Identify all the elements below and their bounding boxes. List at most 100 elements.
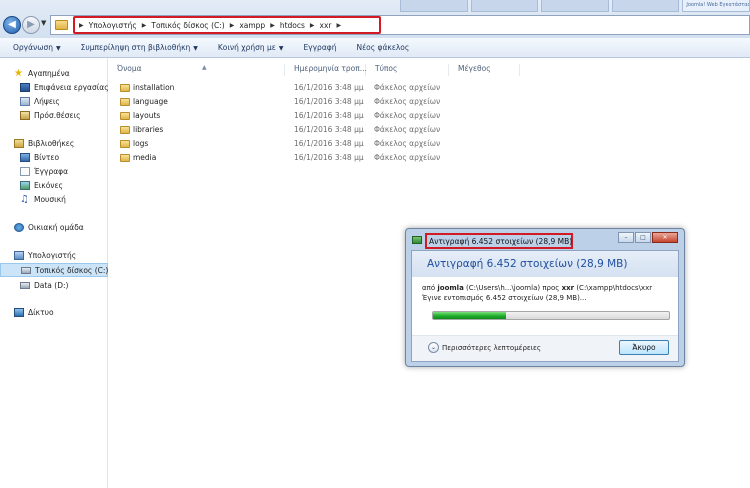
file-name: language: [133, 97, 168, 106]
include-library-button[interactable]: Συμπερίληψη στη βιβλιοθήκη ▼: [81, 43, 198, 52]
source-folder-link[interactable]: joomla: [437, 284, 463, 292]
crumb-local-disk[interactable]: Τοπικός δίσκος (C:): [151, 21, 224, 30]
nav-pictures[interactable]: Εικόνες: [0, 178, 108, 192]
nav-videos[interactable]: Βίντεο: [0, 150, 108, 164]
nav-label: Μουσική: [34, 194, 66, 204]
nav-downloads[interactable]: Λήψεις: [0, 94, 108, 108]
crumb-xampp[interactable]: xampp: [239, 21, 265, 30]
organize-button[interactable]: Οργάνωση ▼: [13, 43, 61, 52]
address-input[interactable]: ▶ Υπολογιστής ▶ Τοπικός δίσκος (C:) ▶ xa…: [50, 15, 750, 35]
crumb-xxr[interactable]: xxr: [320, 21, 332, 30]
dialog-heading: Αντιγραφή 6.452 στοιχείων (28,9 MB): [427, 258, 628, 270]
nav-computer[interactable]: Υπολογιστής: [0, 248, 108, 262]
chevron-right-icon[interactable]: ▶: [336, 22, 341, 29]
nav-network[interactable]: Δίκτυο: [0, 305, 108, 319]
document-icon: [20, 166, 30, 176]
copy-source-target: από joomla (C:\Users\h...\joomla) προς x…: [422, 284, 652, 292]
file-type: Φάκελος αρχείων: [374, 153, 441, 162]
forward-arrow-icon: ▶: [27, 19, 35, 30]
nav-label: Τοπικός δίσκος (C:): [35, 265, 109, 275]
computer-icon: [14, 250, 24, 260]
nav-homegroup[interactable]: Οικιακή ομάδα: [0, 220, 108, 234]
nav-label: Βιβλιοθήκες: [28, 138, 75, 148]
folder-icon: [120, 112, 130, 120]
chevron-right-icon[interactable]: ▶: [230, 22, 235, 29]
table-row[interactable]: libraries 16/1/2016 3:48 μμ Φάκελος αρχείω…: [109, 123, 489, 137]
file-name: libraries: [133, 125, 164, 134]
close-button[interactable]: ✕: [652, 232, 678, 243]
music-note-icon: ♫: [20, 193, 29, 205]
column-header-date[interactable]: Ημερομηνία τροπ...: [286, 64, 367, 76]
nav-label: Οικιακή ομάδα: [28, 222, 84, 232]
nav-data-disk[interactable]: Data (D:): [0, 278, 108, 292]
target-folder-link[interactable]: xxr: [562, 284, 574, 292]
navigation-pane: ★ Αγαπημένα Επιφάνεια εργασίας Λήψεις Πρό…: [0, 58, 109, 488]
table-row[interactable]: logs 16/1/2016 3:48 μμ Φάκελος αρχείων: [109, 137, 489, 151]
nav-recent[interactable]: Πρόσ.θέσεις: [0, 108, 108, 122]
table-row[interactable]: layouts 16/1/2016 3:48 μμ Φάκελος αρχείων: [109, 109, 489, 123]
file-date: 16/1/2016 3:48 μμ: [294, 97, 364, 106]
share-with-button[interactable]: Κοινή χρήση με ▼: [218, 43, 284, 52]
chevron-right-icon[interactable]: ▶: [270, 22, 275, 29]
table-row[interactable]: language 16/1/2016 3:48 μμ Φάκελος αρχείων: [109, 95, 489, 109]
maximize-button[interactable]: □: [635, 232, 651, 243]
nav-label: Βίντεο: [34, 152, 60, 162]
nav-label: Έγγραφα: [34, 166, 69, 176]
file-type: Φάκελος αρχείων: [374, 111, 441, 120]
tab-1[interactable]: [400, 0, 468, 12]
file-date: 16/1/2016 3:48 μμ: [294, 125, 364, 134]
browser-tab-strip: Joomla! Web Εγκατάσταση: [400, 0, 750, 13]
nav-local-disk[interactable]: Τοπικός δίσκος (C:): [0, 263, 108, 277]
desktop-icon: [20, 82, 30, 92]
window-controls: – □ ✕: [618, 232, 678, 243]
column-header-size[interactable]: Μέγεθος: [450, 64, 520, 76]
chevron-right-icon[interactable]: ▶: [142, 22, 147, 29]
address-bar-area: Joomla! Web Εγκατάσταση ◀ ▶ ▼ ▶ Υπολογισ…: [0, 0, 750, 38]
file-date: 16/1/2016 3:48 μμ: [294, 83, 364, 92]
nav-libraries[interactable]: Βιβλιοθήκες: [0, 136, 108, 150]
chevron-down-icon: ▼: [56, 45, 61, 52]
folder-icon: [55, 20, 68, 30]
nav-desktop[interactable]: Επιφάνεια εργασίας: [0, 80, 109, 94]
source-path: (C:\Users\h...\joomla) προς: [466, 284, 560, 292]
column-header-name[interactable]: Όνομα ▲: [109, 64, 285, 76]
cancel-button[interactable]: Άκυρο: [619, 340, 669, 355]
minimize-button[interactable]: –: [618, 232, 634, 243]
folder-icon: [120, 98, 130, 106]
chevron-down-icon: ⌄: [428, 342, 439, 353]
close-icon: ✕: [662, 234, 668, 241]
nav-label: Data (D:): [34, 280, 69, 290]
back-button[interactable]: ◀: [3, 16, 21, 34]
nav-music[interactable]: ♫ Μουσική: [0, 192, 108, 206]
breadcrumb: ▶ Υπολογιστής ▶ Τοπικός δίσκος (C:) ▶ xa…: [73, 16, 381, 34]
downloads-icon: [20, 96, 30, 106]
copy-icon: [412, 236, 422, 244]
nav-documents[interactable]: Έγγραφα: [0, 164, 108, 178]
tab-2[interactable]: [470, 0, 539, 12]
tab-joomla[interactable]: Joomla! Web Εγκατάσταση: [682, 0, 750, 12]
crumb-computer[interactable]: Υπολογιστής: [89, 21, 137, 30]
target-path: (C:\xampp\htdocs\xxr: [576, 284, 653, 292]
file-date: 16/1/2016 3:48 μμ: [294, 153, 364, 162]
from-prefix: από: [422, 284, 436, 292]
tab-4[interactable]: [611, 0, 680, 12]
include-library-label: Συμπερίληψη στη βιβλιοθήκη: [80, 43, 191, 52]
column-header-type[interactable]: Τύπος: [367, 64, 449, 76]
crumb-htdocs[interactable]: htdocs: [280, 21, 305, 30]
tab-3[interactable]: [541, 0, 609, 12]
nav-label: Επιφάνεια εργασίας: [34, 82, 109, 92]
table-row[interactable]: media 16/1/2016 3:48 μμ Φάκελος αρχείων: [109, 151, 489, 165]
organize-label: Οργάνωση: [13, 43, 54, 52]
chevron-right-icon[interactable]: ▶: [79, 22, 84, 29]
drive-icon: [20, 281, 30, 289]
new-folder-button[interactable]: Νέος φάκελος: [356, 43, 409, 52]
table-row[interactable]: installation 16/1/2016 3:48 μμ Φάκελος αρχ…: [109, 81, 489, 95]
chevron-right-icon[interactable]: ▶: [310, 22, 315, 29]
folder-icon: [120, 126, 130, 134]
burn-button[interactable]: Εγγραφή: [303, 43, 336, 52]
recent-pages-dropdown[interactable]: ▼: [41, 19, 46, 27]
file-name: layouts: [133, 111, 161, 120]
more-details-toggle[interactable]: ⌄ Περισσότερες λεπτομέρειες: [428, 342, 541, 353]
nav-favorites[interactable]: ★ Αγαπημένα: [0, 66, 108, 80]
forward-button[interactable]: ▶: [22, 16, 40, 34]
